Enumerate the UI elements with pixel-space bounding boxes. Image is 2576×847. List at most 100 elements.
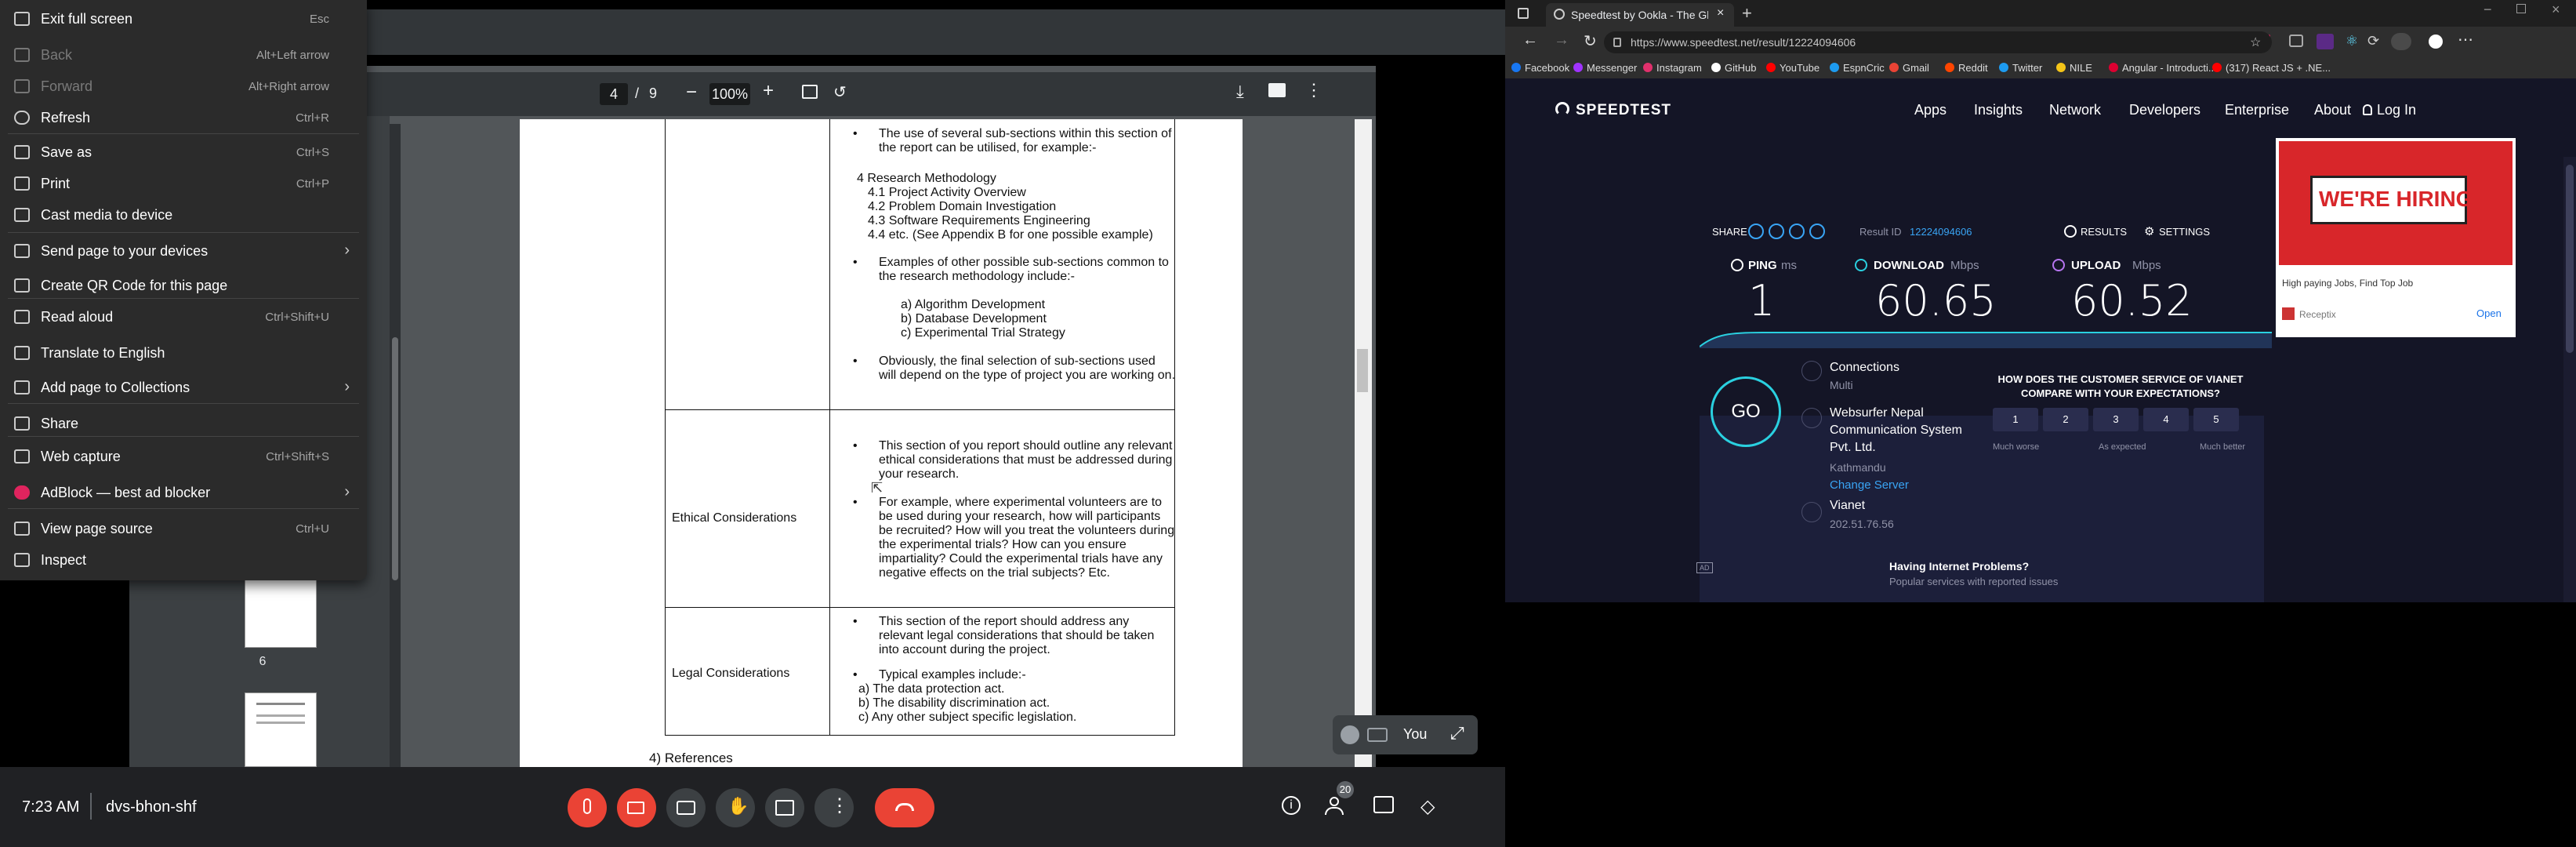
minimize-icon[interactable]: − — [2483, 2, 2492, 18]
react-devtools-icon[interactable]: ⚛ — [2346, 33, 2358, 49]
menu-item-inspect[interactable]: Inspect — [0, 546, 367, 574]
menu-item-forward-arrow[interactable]: Forward Alt+Right arrow — [0, 72, 367, 100]
tab-actions-icon[interactable] — [1518, 8, 1529, 19]
nav-network[interactable]: Network — [2049, 102, 2101, 118]
bookmark-item[interactable]: Twitter — [1999, 62, 2042, 74]
camera-extension-icon[interactable] — [2289, 35, 2303, 47]
pdf-scroll-thumb[interactable] — [1357, 349, 1368, 392]
bookmark-item[interactable]: YouTube — [1766, 62, 1820, 74]
account-icon[interactable] — [2429, 35, 2443, 49]
survey-option-button[interactable]: 1 — [1993, 408, 2038, 431]
nav-apps[interactable]: Apps — [1914, 102, 1947, 118]
bookmark-item[interactable]: NILE — [2056, 62, 2092, 74]
doc-text: 4.2 Problem Domain Investigation — [868, 200, 1057, 213]
menu-item-translate[interactable]: Translate to English — [0, 339, 367, 367]
menu-item-refresh[interactable]: Refresh Ctrl+R — [0, 104, 367, 132]
link-share-icon[interactable] — [1748, 224, 1764, 239]
survey-option-button[interactable]: 4 — [2143, 408, 2189, 431]
menu-item-save[interactable]: Save as Ctrl+S — [0, 138, 367, 166]
camera-toggle-button[interactable] — [617, 788, 656, 827]
chat-icon[interactable] — [1373, 796, 1394, 813]
present-button[interactable] — [765, 788, 804, 827]
zoom-in-icon[interactable]: + — [763, 80, 774, 102]
back-icon[interactable]: ← — [1522, 31, 1538, 49]
extension-icon[interactable] — [2317, 34, 2334, 49]
pdf-scrollbar[interactable] — [1355, 119, 1372, 767]
more-share-icon[interactable] — [1809, 224, 1825, 239]
menu-item-web-capture[interactable]: Web capture Ctrl+Shift+S — [0, 442, 367, 471]
menu-item-exit-fullscreen[interactable]: Exit full screen Esc — [0, 5, 367, 33]
survey-option-button[interactable]: 3 — [2093, 408, 2139, 431]
tab-close-icon[interactable]: × — [1717, 6, 1724, 20]
rotate-icon[interactable]: ↺ — [833, 82, 847, 102]
browser-menu-icon[interactable]: ⋯ — [2458, 30, 2473, 49]
results-button[interactable]: RESULTS — [2081, 226, 2127, 238]
page-scroll-thumb[interactable] — [2566, 165, 2574, 353]
more-options-button[interactable]: ⋮ — [815, 788, 854, 827]
raise-hand-button[interactable]: ✋ — [716, 788, 755, 827]
page-number-input[interactable]: 4 — [600, 83, 628, 105]
menu-item-send-device[interactable]: Send page to your devices › — [0, 237, 367, 265]
change-server-link[interactable]: Change Server — [1830, 478, 1909, 492]
bookmark-item[interactable]: Angular - Introducti... — [2109, 62, 2217, 74]
fit-page-icon[interactable] — [802, 85, 818, 99]
refresh-icon[interactable]: ↻ — [1584, 31, 1597, 51]
menu-item-cast[interactable]: Cast media to device — [0, 201, 367, 229]
leave-call-button[interactable] — [875, 788, 934, 827]
nav-login[interactable]: Log In — [2377, 102, 2416, 118]
thumbnail-scroll-thumb[interactable] — [392, 337, 398, 580]
zoom-level[interactable]: 100% — [709, 83, 750, 105]
facebook-share-icon[interactable] — [1789, 224, 1805, 239]
zoom-out-icon[interactable]: − — [686, 82, 697, 104]
page-thumbnail[interactable] — [245, 693, 317, 767]
profile-avatar[interactable] — [2391, 33, 2411, 50]
print-icon[interactable] — [1268, 83, 1286, 97]
menu-item-print[interactable]: Print Ctrl+P — [0, 169, 367, 198]
activities-icon[interactable]: ◇ — [1420, 795, 1435, 818]
menu-item-share[interactable]: Share — [0, 409, 367, 438]
bookmark-item[interactable]: Instagram — [1643, 62, 1702, 74]
ad-open-link[interactable]: Open — [2476, 307, 2502, 319]
survey-option-button[interactable]: 2 — [2043, 408, 2088, 431]
nav-enterprise[interactable]: Enterprise — [2225, 102, 2289, 118]
bookmark-item[interactable]: Facebook — [1511, 62, 1569, 74]
extensions-icon[interactable]: ⟳ — [2367, 33, 2379, 49]
close-window-icon[interactable]: × — [2552, 2, 2560, 18]
survey-option-button[interactable]: 5 — [2193, 408, 2239, 431]
restore-icon[interactable] — [2516, 4, 2526, 13]
mic-toggle-button[interactable] — [568, 788, 607, 827]
bookmark-item[interactable]: Messenger — [1573, 62, 1637, 74]
settings-button[interactable]: SETTINGS — [2159, 226, 2210, 238]
expand-icon[interactable]: ⤢ — [1450, 723, 1464, 743]
menu-item-qr-code[interactable]: Create QR Code for this page — [0, 271, 367, 300]
forward-icon[interactable]: → — [1554, 31, 1569, 49]
new-tab-icon[interactable]: + — [1742, 3, 1752, 24]
people-icon[interactable] — [1325, 797, 1347, 816]
menu-item-back-arrow[interactable]: Back Alt+Left arrow — [0, 41, 367, 69]
speedtest-logo[interactable]: SPEEDTEST — [1576, 102, 1671, 119]
nav-about[interactable]: About — [2314, 102, 2351, 118]
favorite-star-icon[interactable]: ☆ — [2250, 35, 2261, 50]
bookmark-item[interactable]: EspnCric — [1830, 62, 1885, 74]
more-options-icon[interactable]: ⋮ — [1305, 80, 1322, 100]
bookmark-item[interactable]: Gmail — [1889, 62, 1929, 74]
ad-banner[interactable]: WE'RE HIRING! High paying Jobs, Find Top… — [2276, 138, 2516, 337]
bookmark-item[interactable]: GitHub — [1711, 62, 1756, 74]
address-bar[interactable]: https://www.speedtest.net/result/1222409… — [1604, 31, 2272, 53]
menu-item-read-aloud[interactable]: Read aloud Ctrl+Shift+U — [0, 303, 367, 331]
self-view-tile[interactable]: You ⤢ — [1333, 715, 1478, 754]
menu-item-view-source[interactable]: View page source Ctrl+U — [0, 514, 367, 543]
nav-insights[interactable]: Insights — [1974, 102, 2023, 118]
go-button[interactable]: GO — [1711, 376, 1781, 447]
bookmark-item[interactable]: (317) React JS + .NE... — [2212, 62, 2331, 74]
result-id[interactable]: 12224094606 — [1910, 226, 1972, 238]
meeting-info-icon[interactable]: i — [1282, 796, 1301, 815]
download-icon[interactable]: ⤓ — [1236, 82, 1244, 102]
captions-button[interactable] — [666, 788, 706, 827]
tab-speedtest[interactable]: Speedtest by Ookla - The Global × — [1546, 3, 1734, 27]
twitter-share-icon[interactable] — [1769, 224, 1784, 239]
menu-item-adblock[interactable]: AdBlock — best ad blocker › — [0, 478, 367, 507]
menu-item-collections[interactable]: Add page to Collections › — [0, 373, 367, 402]
nav-developers[interactable]: Developers — [2129, 102, 2200, 118]
bookmark-item[interactable]: Reddit — [1945, 62, 1988, 74]
